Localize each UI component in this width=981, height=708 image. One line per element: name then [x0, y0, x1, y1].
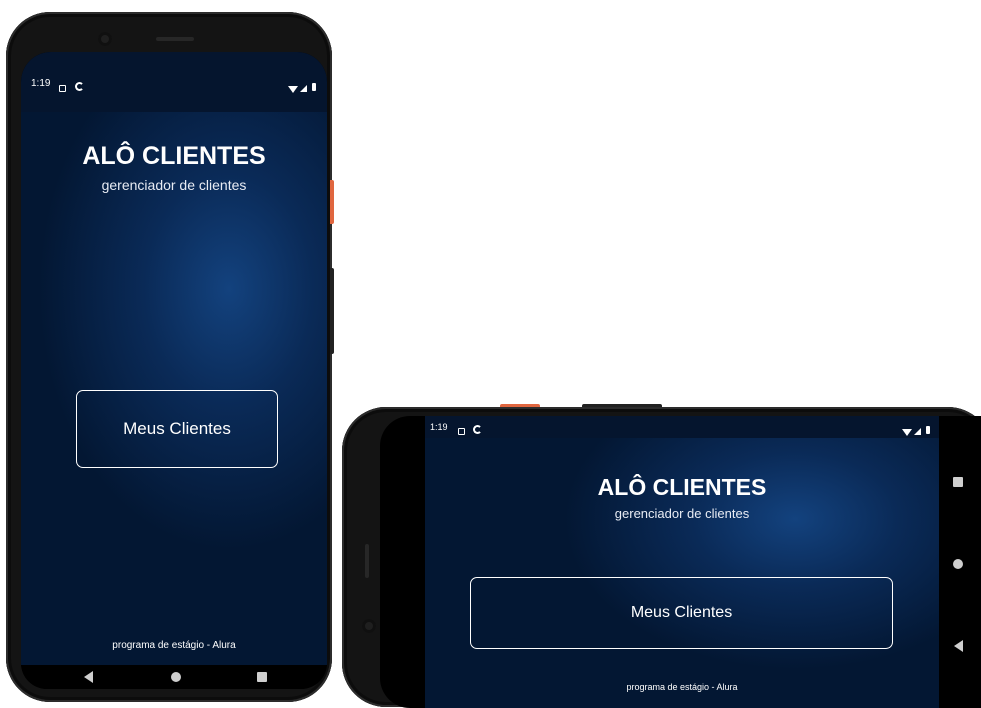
app-title-landscape: ALÔ CLIENTES: [597, 474, 767, 500]
front-camera: [98, 32, 112, 46]
battery-icon: [312, 78, 316, 96]
meus-clientes-button-label: Meus Clientes: [123, 419, 231, 438]
app-screen: ALÔ CLIENTES gerenciador de clientes Meu…: [21, 112, 327, 665]
status-time-landscape: 1:19: [430, 422, 448, 432]
back-icon[interactable]: [84, 671, 93, 683]
meus-clientes-button-landscape[interactable]: Meus Clientes: [470, 577, 893, 649]
cell-signal-icon: [300, 79, 307, 97]
notification-box-icon: [59, 79, 66, 97]
data-saver-icon: [473, 421, 482, 439]
portrait-device: 1:19 ALÔ CLIENTES gerenciador de cliente…: [6, 12, 332, 702]
app-subtitle-landscape: gerenciador de clientes: [614, 506, 750, 521]
landscape-screen: 1:19 ALÔ CLIENTES gerenciador de cliente…: [380, 416, 981, 708]
front-camera-landscape: [362, 619, 376, 633]
data-saver-icon: [75, 78, 84, 96]
app-footer-landscape: programa de estágio - Alura: [626, 682, 738, 692]
app-screen-landscape: ALÔ CLIENTES gerenciador de clientes Meu…: [425, 438, 939, 708]
earpiece-speaker: [156, 37, 194, 41]
portrait-screen: 1:19 ALÔ CLIENTES gerenciador de cliente…: [21, 52, 327, 689]
recents-icon[interactable]: [257, 672, 267, 682]
earpiece-speaker-landscape: [365, 544, 369, 578]
wifi-icon: [288, 80, 298, 98]
volume-button: [330, 268, 334, 354]
navigation-bar-landscape: [939, 416, 981, 708]
meus-clientes-button[interactable]: Meus Clientes: [76, 390, 278, 468]
app-title: ALÔ CLIENTES: [82, 142, 266, 170]
navigation-bar: [21, 665, 327, 689]
status-bar: 1:19: [21, 52, 327, 112]
home-icon[interactable]: [171, 672, 181, 682]
meus-clientes-button-label-landscape: Meus Clientes: [630, 604, 733, 621]
home-icon[interactable]: [953, 559, 963, 569]
status-bar-landscape: 1:19: [425, 416, 939, 438]
app-subtitle: gerenciador de clientes: [101, 177, 247, 193]
app-footer: programa de estágio - Alura: [112, 640, 236, 651]
status-time: 1:19: [31, 78, 51, 89]
landscape-device: 1:19 ALÔ CLIENTES gerenciador de cliente…: [342, 407, 981, 708]
recents-icon[interactable]: [953, 477, 963, 487]
power-button: [330, 180, 334, 224]
back-icon[interactable]: [954, 640, 963, 652]
battery-icon: [926, 421, 930, 439]
